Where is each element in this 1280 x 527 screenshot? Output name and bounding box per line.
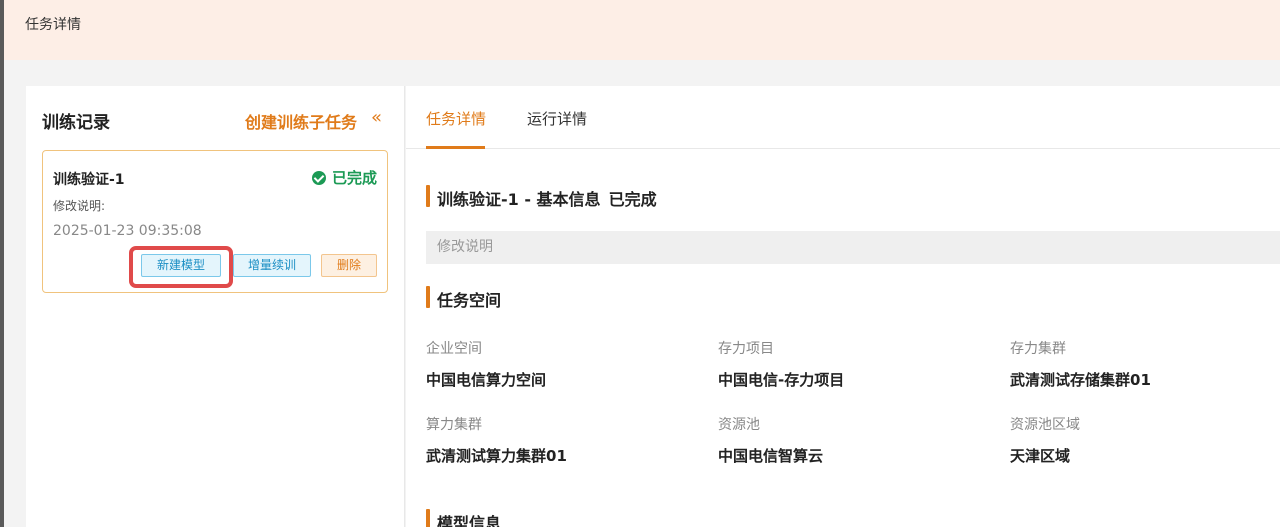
task-space-heading: 任务空间 (426, 286, 501, 311)
tab-run-details[interactable]: 运行详情 (527, 108, 587, 129)
window-edge (0, 0, 4, 527)
create-subtask-link[interactable]: 创建训练子任务 (245, 109, 357, 133)
page-title: 任务详情 (25, 17, 81, 33)
record-timestamp: 2025-01-23 09:35:08 (53, 223, 202, 239)
field-label-resource-pool: 资源池 (718, 417, 760, 433)
description-field: 修改说明 (426, 231, 1280, 264)
training-record-card[interactable]: 训练验证-1 已完成 修改说明: 2025-01-23 09:35:08 新建模… (42, 150, 388, 293)
field-label-storage-cluster: 存力集群 (1010, 341, 1066, 357)
field-label-storage-project: 存力项目 (718, 341, 774, 357)
status-badge: 已完成 (312, 167, 377, 188)
status-label: 已完成 (332, 169, 378, 187)
detail-panel: 任务详情 运行详情 训练验证-1 - 基本信息 已完成 修改说明 任务空间 企业空… (406, 86, 1280, 527)
field-label-compute-cluster: 算力集群 (426, 417, 482, 433)
delete-button[interactable]: 删除 (321, 254, 377, 277)
field-value-resource-pool-region: 天津区域 (1010, 447, 1071, 465)
field-label-enterprise-space: 企业空间 (426, 341, 482, 357)
training-records-panel: 训练记录 创建训练子任务 « 训练验证-1 已完成 修改说明: 2025-01-… (26, 86, 405, 527)
basic-info-title: 训练验证-1 - 基本信息 (437, 190, 601, 209)
record-name: 训练验证-1 (53, 172, 125, 188)
field-value-compute-cluster: 武清测试算力集群01 (426, 447, 567, 465)
field-value-storage-project: 中国电信-存力项目 (718, 371, 845, 389)
highlight-box (129, 246, 233, 288)
tab-bar: 任务详情 运行详情 (406, 86, 1280, 149)
basic-info-heading: 训练验证-1 - 基本信息 已完成 (426, 185, 657, 210)
tab-task-details[interactable]: 任务详情 (426, 108, 486, 129)
page-header: 任务详情 (4, 0, 1280, 60)
panel-title: 训练记录 (42, 113, 110, 133)
basic-info-status: 已完成 (608, 190, 657, 209)
field-label-resource-pool-region: 资源池区域 (1010, 417, 1080, 433)
model-info-heading: 模型信息 (426, 509, 501, 527)
field-value-storage-cluster: 武清测试存储集群01 (1010, 371, 1151, 389)
double-chevron-left-icon[interactable]: « (371, 107, 382, 128)
incremental-training-button[interactable]: 增量续训 (233, 254, 311, 277)
field-value-enterprise-space: 中国电信算力空间 (426, 371, 547, 389)
field-value-resource-pool: 中国电信智算云 (718, 447, 824, 465)
active-tab-indicator (426, 146, 485, 149)
record-description-label: 修改说明: (53, 199, 106, 213)
check-circle-icon (312, 170, 326, 185)
